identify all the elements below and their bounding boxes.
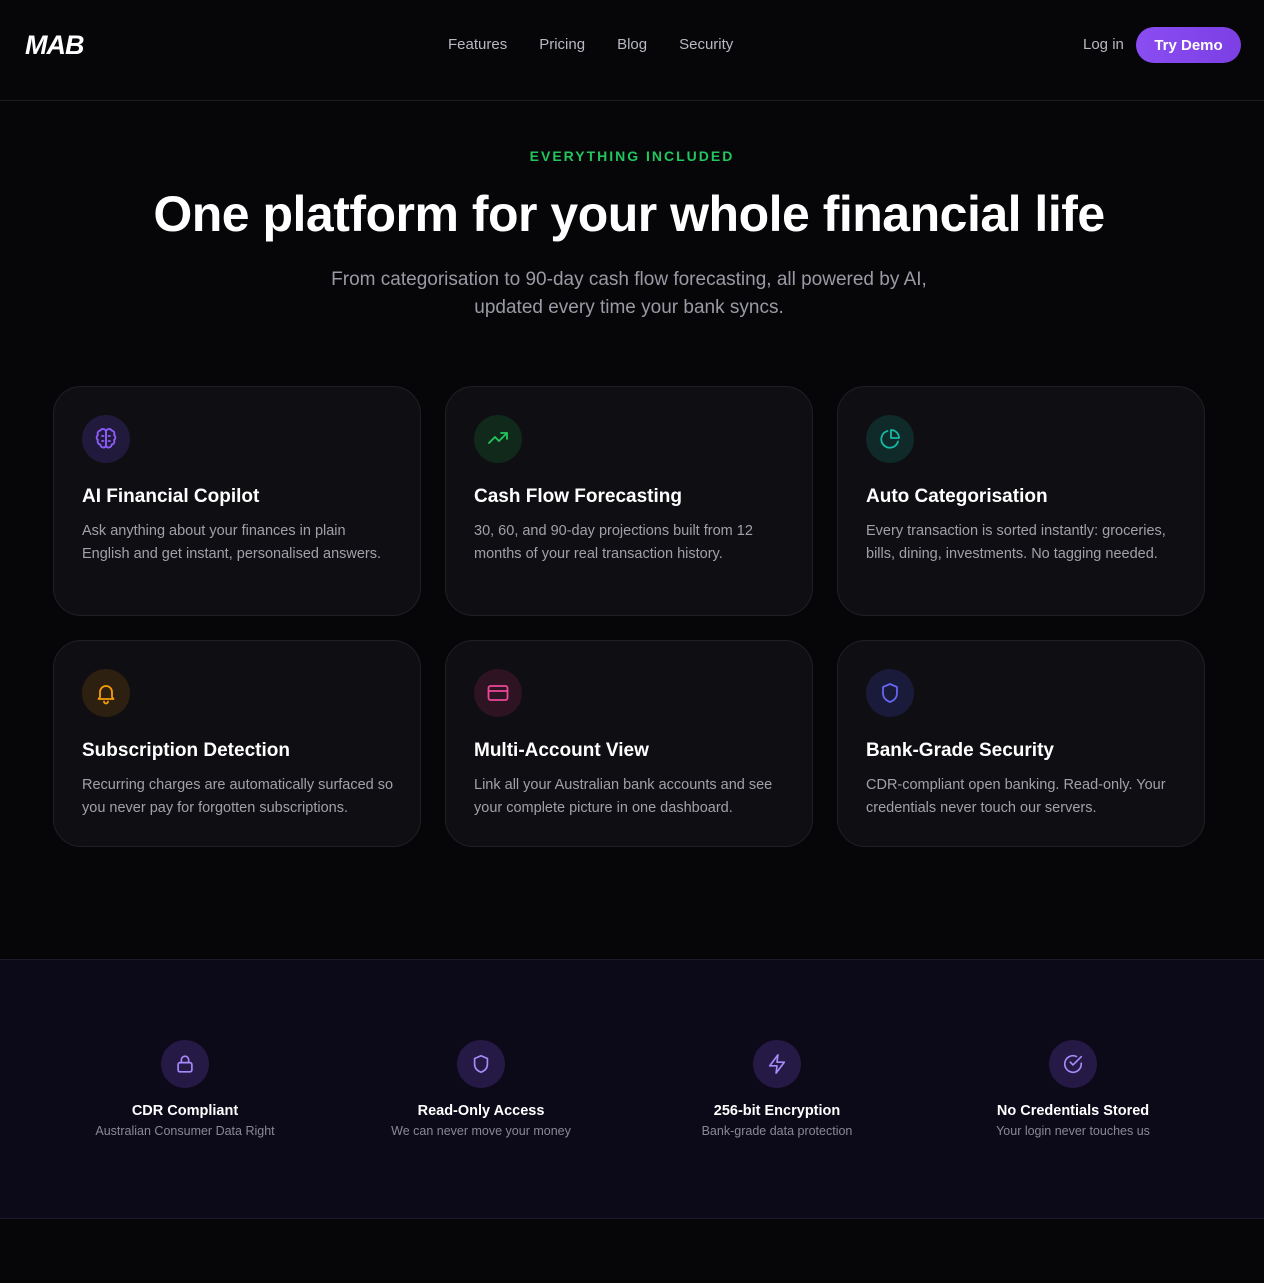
bell-icon <box>82 669 130 717</box>
shield-icon <box>866 669 914 717</box>
trust-subtitle: Australian Consumer Data Right <box>95 1124 275 1138</box>
trust-item-read-only: Read-Only Access We can never move your … <box>333 1040 629 1139</box>
nav-link-blog[interactable]: Blog <box>617 36 647 54</box>
lock-icon <box>161 1040 209 1088</box>
credit-card-icon <box>474 669 522 717</box>
trust-title: CDR Compliant <box>131 1103 239 1119</box>
feature-description: Ask anything about your finances in plai… <box>82 523 382 562</box>
subtitle-line-1: From categorisation to 90-day cash flow … <box>331 269 927 290</box>
trust-title: Read-Only Access <box>417 1103 545 1119</box>
trust-subtitle: Your login never touches us <box>996 1124 1150 1138</box>
subtitle-line-2: updated every time your bank syncs. <box>474 297 784 318</box>
feature-title: AI Financial Copilot <box>82 486 260 507</box>
trust-subtitle: Bank-grade data protection <box>701 1124 853 1138</box>
feature-description: Every transaction is sorted instantly: g… <box>866 523 1166 562</box>
check-circle-icon <box>1049 1040 1097 1088</box>
feature-description: 30, 60, and 90-day projections built fro… <box>474 523 753 562</box>
feature-card-multi-account: Multi-Account View Link all your Austral… <box>445 640 813 847</box>
feature-title: Multi-Account View <box>474 740 649 761</box>
feature-description: Recurring charges are automatically surf… <box>82 777 394 816</box>
feature-description: CDR-compliant open banking. Read-only. Y… <box>866 777 1166 816</box>
feature-card-bank-grade-security: Bank-Grade Security CDR-compliant open b… <box>837 640 1205 847</box>
trust-item-cdr: CDR Compliant Australian Consumer Data R… <box>37 1040 333 1139</box>
mab-logo[interactable]: MAB <box>25 30 91 60</box>
pie-chart-icon <box>866 415 914 463</box>
trending-up-icon <box>474 415 522 463</box>
page-title: One platform for your whole financial li… <box>153 186 1105 242</box>
feature-title: Cash Flow Forecasting <box>474 486 682 507</box>
trust-item-encryption: 256-bit Encryption Bank-grade data prote… <box>629 1040 925 1139</box>
feature-card-ai-copilot: AI Financial Copilot Ask anything about … <box>53 386 421 616</box>
top-navigation: MAB Features Pricing Blog Security Log i… <box>0 0 1264 101</box>
zap-icon <box>753 1040 801 1088</box>
svg-text:MAB: MAB <box>25 30 84 58</box>
feature-title: Bank-Grade Security <box>866 740 1054 761</box>
page-subtitle: From categorisation to 90-day cash flow … <box>282 266 976 322</box>
try-demo-button[interactable]: Try Demo <box>1136 27 1241 63</box>
shield-icon <box>457 1040 505 1088</box>
trust-badges-section: CDR Compliant Australian Consumer Data R… <box>0 959 1264 1219</box>
trust-subtitle: We can never move your money <box>391 1124 571 1138</box>
brain-icon <box>82 415 130 463</box>
feature-title: Auto Categorisation <box>866 486 1048 507</box>
feature-description: Link all your Australian bank accounts a… <box>474 777 773 816</box>
nav-link-pricing[interactable]: Pricing <box>539 36 585 54</box>
nav-link-security[interactable]: Security <box>679 36 733 54</box>
feature-card-cash-flow: Cash Flow Forecasting 30, 60, and 90-day… <box>445 386 813 616</box>
feature-card-subscription-detection: Subscription Detection Recurring charges… <box>53 640 421 847</box>
feature-card-auto-categorisation: Auto Categorisation Every transaction is… <box>837 386 1205 616</box>
trust-title: No Credentials Stored <box>996 1103 1150 1119</box>
nav-link-features[interactable]: Features <box>448 36 507 54</box>
trust-item-no-credentials: No Credentials Stored Your login never t… <box>925 1040 1221 1139</box>
primary-nav: Features Pricing Blog Security <box>448 36 733 54</box>
login-link[interactable]: Log in <box>1083 36 1124 54</box>
feature-title: Subscription Detection <box>82 740 290 761</box>
section-eyebrow: EVERYTHING INCLUDED <box>529 148 735 164</box>
trust-title: 256-bit Encryption <box>713 1103 841 1119</box>
